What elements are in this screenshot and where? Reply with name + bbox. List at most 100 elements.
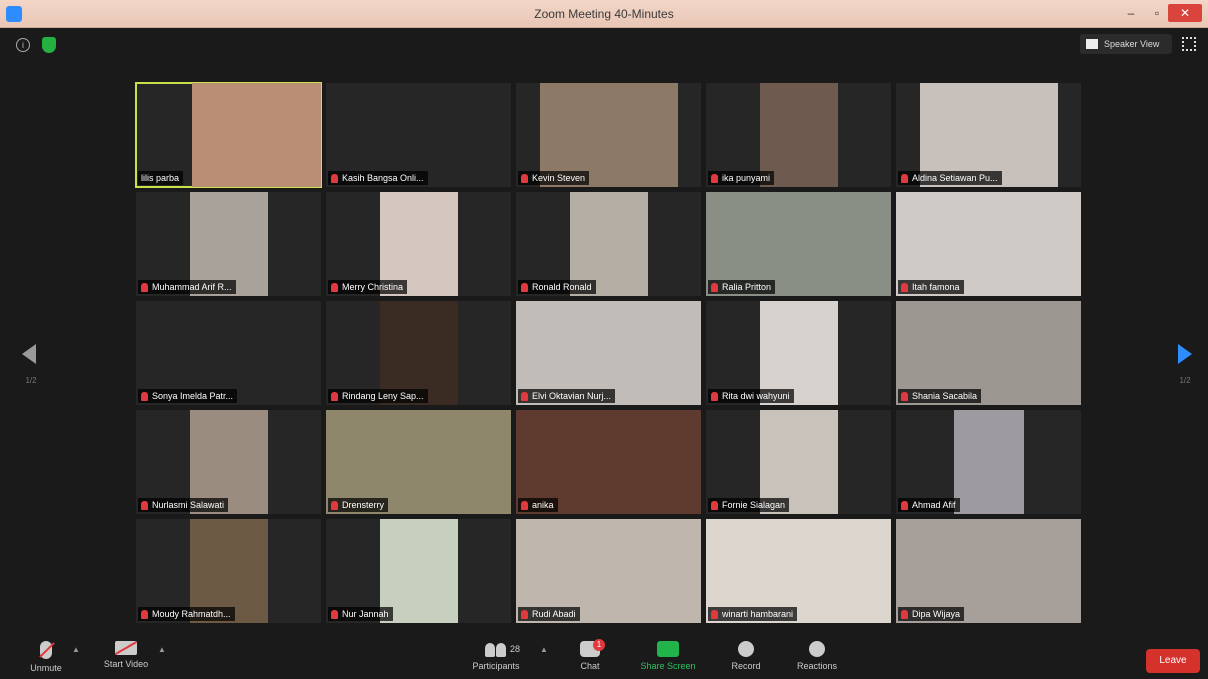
muted-mic-icon	[331, 609, 338, 619]
muted-mic-icon	[901, 500, 908, 510]
participant-name: Elvi Oktavian Nurj...	[532, 391, 612, 401]
participant-tile[interactable]: Itah famona	[896, 192, 1081, 296]
participant-tile[interactable]: Kasih Bangsa Onli...	[326, 83, 511, 187]
participant-tile[interactable]: anika	[516, 410, 701, 514]
participant-name: Ralia Pritton	[722, 282, 772, 292]
chat-button[interactable]: 1 Chat	[574, 639, 606, 671]
muted-mic-icon	[141, 500, 148, 510]
participants-label: Participants	[472, 661, 520, 671]
participant-name-label: Sonya Imelda Patr...	[138, 389, 238, 403]
participant-name: Itah famona	[912, 282, 960, 292]
participant-name: Drensterry	[342, 500, 385, 510]
share-screen-button[interactable]: Share Screen	[634, 641, 702, 671]
fullscreen-icon[interactable]	[1182, 37, 1196, 51]
chat-label: Chat	[580, 661, 600, 671]
participant-tile[interactable]: Shania Sacabila	[896, 301, 1081, 405]
participant-name-label: Kasih Bangsa Onli...	[328, 171, 428, 185]
participant-tile[interactable]: ika punyami	[706, 83, 891, 187]
window-title: Zoom Meeting 40-Minutes	[534, 7, 674, 21]
chat-badge: 1	[593, 639, 605, 651]
muted-mic-icon	[901, 609, 908, 619]
muted-mic-icon	[901, 391, 908, 401]
participant-tile[interactable]: Muhammad Arif R...	[136, 192, 321, 296]
muted-mic-icon	[331, 282, 338, 292]
start-video-button[interactable]: Start Video	[98, 641, 154, 669]
muted-mic-icon	[711, 173, 718, 183]
participant-tile[interactable]: Ahmad Afif	[896, 410, 1081, 514]
participants-chevron-icon[interactable]: ▲	[540, 645, 548, 654]
participant-name-label: Drensterry	[328, 498, 389, 512]
participant-name-label: Elvi Oktavian Nurj...	[518, 389, 616, 403]
close-button[interactable]: ✕	[1168, 4, 1202, 22]
participant-name-label: Nurlasmi Salawati	[138, 498, 229, 512]
muted-mic-icon	[521, 391, 528, 401]
muted-mic-icon	[141, 391, 148, 401]
participant-name: Ahmad Afif	[912, 500, 956, 510]
participant-tile[interactable]: Dipa Wijaya	[896, 519, 1081, 623]
participant-tile[interactable]: winarti hambarani	[706, 519, 891, 623]
participant-tile[interactable]: Aldina Setiawan Pu...	[896, 83, 1081, 187]
participant-tile[interactable]: Ronald Ronald	[516, 192, 701, 296]
participant-name-label: Rindang Leny Sap...	[328, 389, 428, 403]
participant-name-label: Aldina Setiawan Pu...	[898, 171, 1002, 185]
participant-name-label: Kevin Steven	[518, 171, 590, 185]
participant-name: Sonya Imelda Patr...	[152, 391, 234, 401]
record-label: Record	[731, 661, 761, 671]
audio-options-chevron-icon[interactable]: ▲	[72, 645, 80, 654]
participants-button[interactable]: 28 Participants	[466, 641, 526, 671]
participant-name: Shania Sacabila	[912, 391, 978, 401]
unmute-button[interactable]: Unmute	[24, 641, 68, 673]
meeting-toolbar: Unmute ▲ Start Video ▲ 28 Participants ▲…	[0, 637, 1208, 679]
muted-mic-icon	[711, 282, 718, 292]
participant-video	[192, 83, 321, 187]
prev-page-icon[interactable]	[22, 344, 36, 364]
participant-tile[interactable]: Rindang Leny Sap...	[326, 301, 511, 405]
next-page-icon[interactable]	[1178, 344, 1192, 364]
participant-tile[interactable]: Rudi Abadi	[516, 519, 701, 623]
participant-tile[interactable]: Elvi Oktavian Nurj...	[516, 301, 701, 405]
participant-tile[interactable]: Merry Christina	[326, 192, 511, 296]
participant-name: Kevin Steven	[532, 173, 586, 183]
maximize-button[interactable]: ▫	[1146, 4, 1168, 22]
meeting-area: i Speaker View 1/2 1/2 lilis parba Kasih …	[0, 28, 1208, 637]
speaker-view-button[interactable]: Speaker View	[1080, 34, 1172, 54]
leave-button[interactable]: Leave	[1146, 649, 1200, 673]
participants-count: 28	[510, 644, 521, 654]
participant-tile[interactable]: Sonya Imelda Patr...	[136, 301, 321, 405]
reactions-button[interactable]: Reactions	[792, 641, 842, 671]
participant-name: Nur Jannah	[342, 609, 389, 619]
start-video-label: Start Video	[103, 659, 149, 669]
participant-tile[interactable]: Rita dwi wahyuni	[706, 301, 891, 405]
participant-name: Fornie Sialagan	[722, 500, 786, 510]
muted-mic-icon	[521, 500, 528, 510]
muted-mic-icon	[711, 609, 718, 619]
participant-name-label: Ronald Ronald	[518, 280, 596, 294]
shield-icon[interactable]	[42, 37, 56, 53]
title-bar: Zoom Meeting 40-Minutes – ▫ ✕	[0, 0, 1208, 28]
participant-name: Rudi Abadi	[532, 609, 576, 619]
participant-name-label: ika punyami	[708, 171, 775, 185]
participant-tile[interactable]: Fornie Sialagan	[706, 410, 891, 514]
video-options-chevron-icon[interactable]: ▲	[158, 645, 166, 654]
participant-name: Nurlasmi Salawati	[152, 500, 225, 510]
participant-name-label: Rita dwi wahyuni	[708, 389, 794, 403]
speaker-view-icon	[1086, 39, 1098, 49]
participant-name-label: anika	[518, 498, 558, 512]
info-icon[interactable]: i	[16, 38, 30, 52]
participant-name: winarti hambarani	[722, 609, 794, 619]
participant-tile[interactable]: Drensterry	[326, 410, 511, 514]
participant-tile[interactable]: Nur Jannah	[326, 519, 511, 623]
participant-name-label: Rudi Abadi	[518, 607, 580, 621]
participant-name: anika	[532, 500, 554, 510]
participant-tile[interactable]: lilis parba	[135, 82, 322, 188]
muted-mic-icon	[901, 173, 908, 183]
record-button[interactable]: Record	[726, 641, 766, 671]
participant-name: Aldina Setiawan Pu...	[912, 173, 998, 183]
muted-mic-icon	[711, 500, 718, 510]
participant-tile[interactable]: Kevin Steven	[516, 83, 701, 187]
minimize-button[interactable]: –	[1120, 4, 1142, 22]
participant-tile[interactable]: Moudy Rahmatdh...	[136, 519, 321, 623]
participant-tile[interactable]: Ralia Pritton	[706, 192, 891, 296]
muted-mic-icon	[141, 282, 148, 292]
participant-tile[interactable]: Nurlasmi Salawati	[136, 410, 321, 514]
